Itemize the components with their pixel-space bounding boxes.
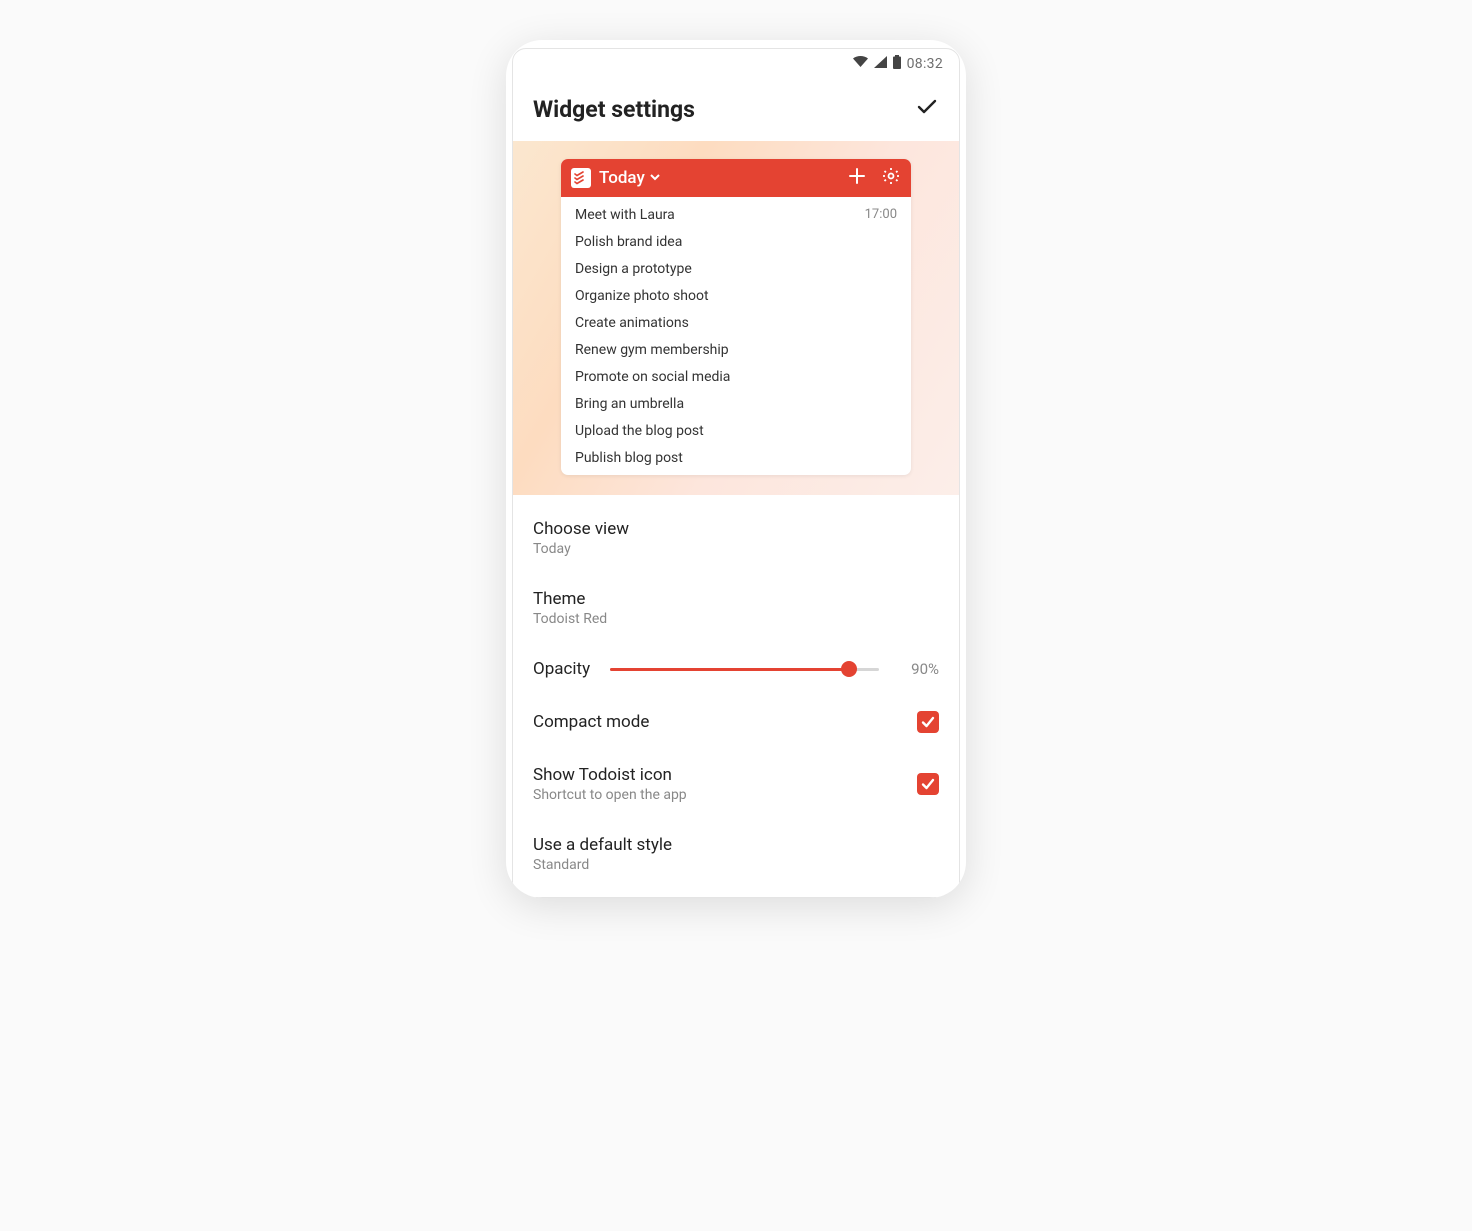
widget-preview-card: Today bbox=[561, 159, 911, 475]
widget-preview-area: Today bbox=[513, 141, 959, 495]
compact-mode-checkbox[interactable] bbox=[917, 711, 939, 733]
default-style-label: Use a default style bbox=[533, 835, 939, 855]
task-item[interactable]: Renew gym membership bbox=[561, 336, 911, 363]
wifi-icon bbox=[853, 56, 868, 72]
task-item[interactable]: Bring an umbrella bbox=[561, 390, 911, 417]
task-item[interactable]: Create animations bbox=[561, 309, 911, 336]
default-style-value: Standard bbox=[533, 857, 939, 873]
task-item[interactable]: Upload the blog post bbox=[561, 417, 911, 444]
chevron-down-icon bbox=[649, 168, 661, 188]
widget-header: Today bbox=[561, 159, 911, 197]
theme-setting[interactable]: Theme Todoist Red bbox=[513, 573, 959, 643]
add-task-button[interactable] bbox=[847, 166, 867, 190]
widget-view-selector[interactable]: Today bbox=[599, 168, 839, 188]
task-item[interactable]: Design a prototype bbox=[561, 255, 911, 282]
confirm-button[interactable] bbox=[915, 95, 939, 123]
show-icon-checkbox[interactable] bbox=[917, 773, 939, 795]
header-bar: Widget settings bbox=[513, 79, 959, 141]
theme-value: Todoist Red bbox=[533, 611, 939, 627]
show-icon-label: Show Todoist icon bbox=[533, 765, 901, 785]
task-item[interactable]: Polish brand idea bbox=[561, 228, 911, 255]
show-icon-setting[interactable]: Show Todoist icon Shortcut to open the a… bbox=[513, 749, 959, 819]
task-item[interactable]: Publish blog post bbox=[561, 444, 911, 471]
opacity-setting: Opacity 90% bbox=[513, 643, 959, 695]
task-item[interactable]: Organize photo shoot bbox=[561, 282, 911, 309]
todoist-logo-icon bbox=[571, 168, 591, 188]
show-icon-subtitle: Shortcut to open the app bbox=[533, 787, 901, 803]
theme-label: Theme bbox=[533, 589, 939, 609]
task-item[interactable]: Promote on social media bbox=[561, 363, 911, 390]
choose-view-setting[interactable]: Choose view Today bbox=[513, 503, 959, 573]
battery-icon bbox=[893, 55, 901, 73]
widget-view-label: Today bbox=[599, 168, 645, 188]
page-title: Widget settings bbox=[533, 96, 695, 123]
settings-section: Choose view Today Theme Todoist Red Opac… bbox=[513, 495, 959, 897]
cellular-icon bbox=[874, 56, 887, 72]
compact-mode-setting[interactable]: Compact mode bbox=[513, 695, 959, 749]
opacity-label: Opacity bbox=[533, 659, 590, 679]
opacity-slider[interactable] bbox=[610, 668, 879, 671]
choose-view-value: Today bbox=[533, 541, 939, 557]
default-style-setting[interactable]: Use a default style Standard bbox=[513, 819, 959, 889]
opacity-value: 90% bbox=[899, 660, 939, 678]
choose-view-label: Choose view bbox=[533, 519, 939, 539]
widget-settings-button[interactable] bbox=[881, 166, 901, 190]
phone-frame: 08:32 Widget settings Today bbox=[506, 40, 966, 898]
task-item[interactable]: Meet with Laura17:00 bbox=[561, 201, 911, 228]
status-bar: 08:32 bbox=[513, 49, 959, 79]
compact-mode-label: Compact mode bbox=[533, 712, 901, 732]
task-list: Meet with Laura17:00 Polish brand idea D… bbox=[561, 197, 911, 475]
status-time: 08:32 bbox=[907, 56, 943, 72]
